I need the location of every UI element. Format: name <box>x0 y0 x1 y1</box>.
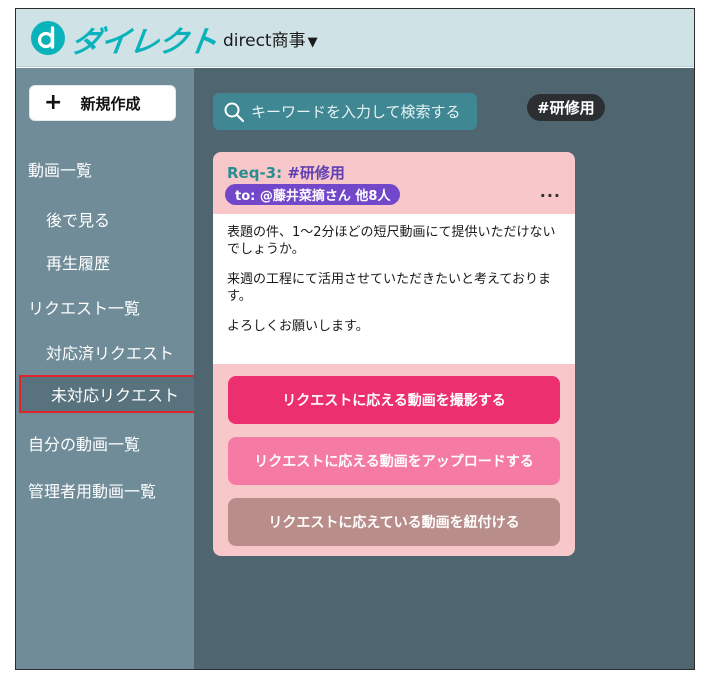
company-switcher[interactable]: direct商事 ▼ <box>223 26 318 51</box>
logo-wordmark: ダイレクト <box>69 25 219 60</box>
sidebar-item-videos[interactable]: 動画一覧 <box>16 150 194 188</box>
sidebar-item-admin-videos[interactable]: 管理者用動画一覧 <box>16 471 194 509</box>
request-title: Req-3: #研修用 <box>227 162 345 183</box>
request-id: Req-3: <box>227 164 283 182</box>
search-placeholder: キーワードを入力して検索する <box>251 103 461 121</box>
request-card: Req-3: #研修用 to: @藤井菜摘さん 他8人 ... 表題の件、1～2… <box>213 152 575 556</box>
plus-icon: + <box>44 90 63 115</box>
main-content: キーワードを入力して検索する #研修用 Req-3: #研修用 to: @藤井菜… <box>194 68 694 669</box>
sidebar-item-unhandled-requests[interactable]: 未対応リクエスト <box>19 375 198 413</box>
record-video-button[interactable]: リクエストに応える動画を撮影する <box>228 376 560 424</box>
tag-filter-chip[interactable]: #研修用 <box>527 94 605 121</box>
company-name: direct商事 <box>223 31 306 51</box>
new-create-button[interactable]: + 新規作成 <box>29 85 176 121</box>
message-paragraph: 来週の工程にて活用させていただきたいと考えております。 <box>227 272 551 304</box>
request-tag[interactable]: #研修用 <box>287 164 345 182</box>
sidebar: + 新規作成 動画一覧 後で見る 再生履歴 リクエスト一覧 対応済リクエスト 未… <box>16 68 198 669</box>
request-message: 表題の件、1～2分ほどの短尺動画にて提供いただけないでしょうか。 来週の工程にて… <box>213 214 575 364</box>
sidebar-item-handled-requests[interactable]: 対応済リクエスト <box>16 333 194 371</box>
search-input[interactable]: キーワードを入力して検索する <box>213 93 477 130</box>
app-window: ダイレクト direct商事 ▼ + 新規作成 動画一覧 後で見る 再生履歴 リク… <box>15 8 695 670</box>
link-video-button[interactable]: リクエストに応えている動画を紐付ける <box>228 498 560 546</box>
more-options-icon[interactable]: ... <box>540 182 561 201</box>
upload-video-button[interactable]: リクエストに応える動画をアップロードする <box>228 437 560 485</box>
sidebar-item-requests[interactable]: リクエスト一覧 <box>16 288 194 326</box>
sidebar-item-watch-later[interactable]: 後で見る <box>16 200 194 238</box>
logo-icon <box>31 21 65 55</box>
caret-down-icon: ▼ <box>307 35 318 50</box>
recipients-badge[interactable]: to: @藤井菜摘さん 他8人 <box>225 184 401 205</box>
request-card-header: Req-3: #研修用 to: @藤井菜摘さん 他8人 ... <box>213 152 575 214</box>
sidebar-item-history[interactable]: 再生履歴 <box>16 243 194 281</box>
message-paragraph: よろしくお願いします。 <box>227 319 369 334</box>
app-header: ダイレクト direct商事 ▼ <box>16 9 694 67</box>
search-icon <box>224 102 245 122</box>
message-paragraph: 表題の件、1～2分ほどの短尺動画にて提供いただけないでしょうか。 <box>227 225 556 257</box>
sidebar-item-my-videos[interactable]: 自分の動画一覧 <box>16 424 194 462</box>
new-create-label: 新規作成 <box>80 94 141 113</box>
